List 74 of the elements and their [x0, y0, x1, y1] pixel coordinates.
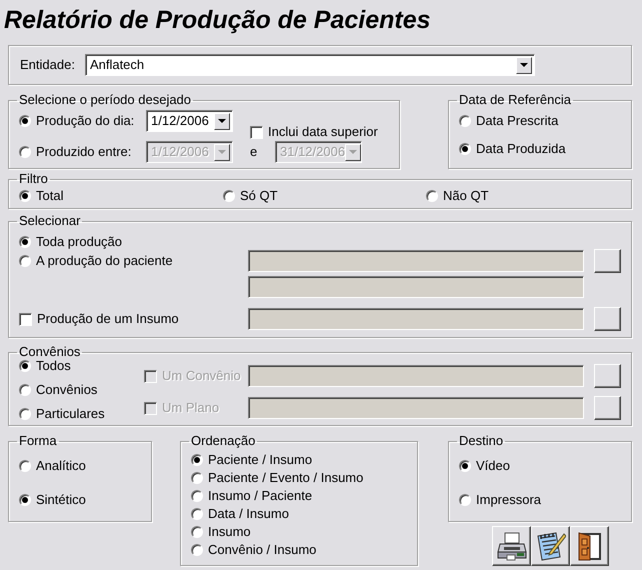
edit-button[interactable]	[531, 526, 570, 566]
radio-circle-icon[interactable]	[19, 115, 31, 127]
radio-circle-icon[interactable]	[19, 146, 31, 158]
radio-button[interactable]: Convênio / Insumo	[191, 542, 316, 558]
checkbox[interactable]: Inclui data superior	[250, 124, 378, 140]
radio-circle-icon[interactable]	[191, 472, 203, 484]
lookup-button[interactable]	[594, 306, 621, 330]
radio-button[interactable]: Particulares	[19, 406, 105, 422]
radio-button[interactable]: Data / Insumo	[191, 506, 289, 522]
radio-circle-icon[interactable]	[19, 384, 31, 396]
group-label: Filtro	[18, 172, 49, 186]
group-label: Destino	[458, 434, 504, 448]
radio-circle-icon[interactable]	[19, 360, 31, 372]
notepad-pencil-icon	[536, 530, 566, 562]
exit-button[interactable]	[570, 526, 609, 566]
field-label: Entidade:	[20, 57, 75, 73]
radio-circle-icon[interactable]	[19, 255, 31, 267]
group-label: Convênios	[18, 345, 82, 359]
radio-button[interactable]: Total	[19, 188, 64, 204]
radio-circle-icon[interactable]	[191, 526, 203, 538]
caret-icon	[520, 63, 528, 67]
radio-circle-icon[interactable]	[191, 490, 203, 502]
radio-circle-icon[interactable]	[19, 190, 31, 202]
radio-button[interactable]: Toda produção	[19, 234, 122, 250]
radio-circle-icon[interactable]	[459, 143, 471, 155]
group-label: Selecione o período desejado	[18, 93, 192, 107]
radio-button[interactable]: Só QT	[223, 188, 278, 204]
lookup-button[interactable]	[594, 248, 621, 272]
caret-icon	[218, 150, 226, 154]
radio-button[interactable]: Vídeo	[459, 458, 510, 474]
radio-button[interactable]: Paciente / Insumo	[191, 452, 312, 468]
radio-circle-icon[interactable]	[426, 190, 438, 202]
radio-button[interactable]: Impressora	[459, 492, 542, 508]
radio-button[interactable]: Paciente / Evento / Insumo	[191, 470, 364, 486]
radio-circle-icon[interactable]	[191, 454, 203, 466]
radio-button[interactable]: Todos	[19, 358, 71, 374]
radio-circle-icon[interactable]	[459, 460, 471, 472]
radio-circle-icon[interactable]	[191, 508, 203, 520]
dropdown-button[interactable]	[516, 56, 532, 74]
radio-button[interactable]: A produção do paciente	[19, 253, 173, 269]
lookup-button[interactable]	[594, 396, 621, 420]
window-title: Relatório de Produção de Pacientes	[4, 5, 431, 36]
radio-circle-icon[interactable]	[223, 190, 235, 202]
radio-button[interactable]: Insumo	[191, 524, 251, 540]
group-label: Data de Referência	[458, 93, 572, 107]
radio-button[interactable]: Produção do dia:	[19, 113, 134, 129]
radio-circle-icon[interactable]	[459, 115, 471, 127]
radio-circle-icon[interactable]	[191, 544, 203, 556]
radio-circle-icon[interactable]	[19, 460, 31, 472]
caret-icon	[218, 119, 226, 123]
entity-dropdown[interactable]: Anflatech	[84, 54, 535, 76]
printer-icon	[496, 530, 526, 562]
separator-label: e	[250, 144, 258, 160]
checkbox[interactable]: Produção de um Insumo	[19, 311, 179, 327]
radio-button[interactable]: Sintético	[19, 492, 86, 508]
group-label: Selecionar	[18, 214, 82, 228]
lookup-button[interactable]	[594, 364, 621, 388]
print-button[interactable]	[492, 526, 531, 566]
radio-button[interactable]: Produzido entre:	[19, 144, 132, 160]
radio-button[interactable]: Insumo / Paciente	[191, 488, 312, 504]
caret-icon	[349, 150, 358, 154]
dropdown-button[interactable]	[214, 112, 230, 130]
radio-button[interactable]: Convênios	[19, 382, 98, 398]
radio-button[interactable]: Data Prescrita	[459, 113, 558, 129]
radio-button[interactable]: Data Produzida	[459, 141, 566, 157]
radio-circle-icon[interactable]	[19, 236, 31, 248]
radio-button[interactable]: Analítico	[19, 458, 86, 474]
radio-circle-icon[interactable]	[459, 494, 471, 506]
group-label: Forma	[18, 434, 58, 448]
radio-circle-icon[interactable]	[19, 408, 31, 420]
radio-button[interactable]: Não QT	[426, 188, 489, 204]
radio-circle-icon[interactable]	[19, 494, 31, 506]
date-dropdown[interactable]: 1/12/2006	[146, 110, 233, 132]
group-label: Ordenação	[190, 434, 256, 448]
